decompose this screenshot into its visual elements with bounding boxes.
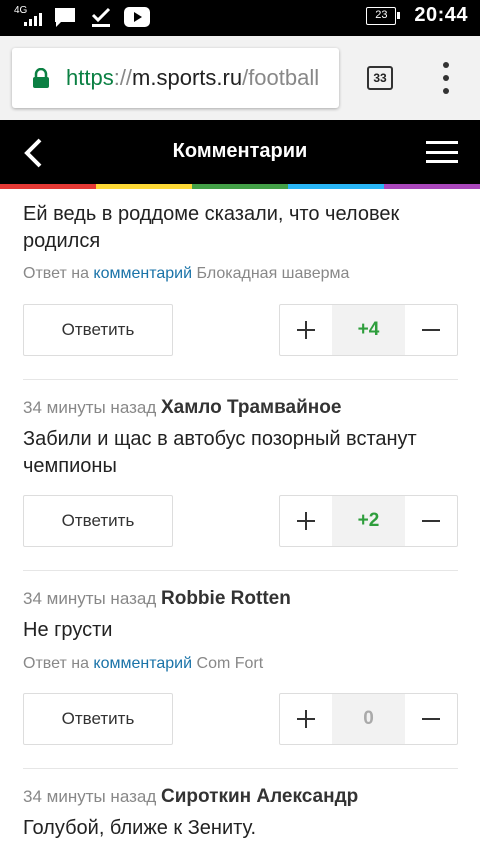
vote-control: 0 <box>279 693 458 745</box>
reply-button[interactable]: Ответить <box>23 304 173 356</box>
downvote-minus-icon[interactable] <box>405 305 457 355</box>
comment-time: 34 минуты назад <box>23 589 157 608</box>
comment-text: Ей ведь в роддоме сказали, что человек р… <box>23 203 400 252</box>
address-bar[interactable]: https://m.sports.ru/football <box>12 48 339 108</box>
status-bar: 4G 23 20:44 <box>0 0 480 36</box>
downvote-minus-icon[interactable] <box>405 496 457 546</box>
comment-time: 34 минуты назад <box>23 787 157 806</box>
downvote-minus-icon[interactable] <box>405 694 457 744</box>
divider <box>23 570 458 571</box>
clock: 20:44 <box>414 4 468 26</box>
comment-author[interactable]: Хамло Трамвайное <box>161 397 341 418</box>
comment: Ей ведь в роддоме сказали, что человек р… <box>23 201 458 255</box>
comment-text: Не грусти <box>23 619 113 641</box>
reply-button[interactable]: Ответить <box>23 693 173 745</box>
divider <box>23 768 458 769</box>
vote-control: +2 <box>279 495 458 547</box>
comment-text: Голубой, ближе к Зениту. <box>23 817 257 839</box>
lock-icon <box>32 68 58 88</box>
message-icon <box>52 6 78 28</box>
comment-author[interactable]: Сироткин Александр <box>161 786 358 807</box>
download-done-icon <box>88 6 114 28</box>
comment: Не грусти <box>23 617 458 644</box>
reply-to-author: Com Fort <box>196 655 264 672</box>
vote-control: +4 <box>279 304 458 356</box>
upvote-plus-icon[interactable] <box>280 496 332 546</box>
browser-menu-icon[interactable] <box>436 62 456 94</box>
reply-button[interactable]: Ответить <box>23 495 173 547</box>
reply-to-link[interactable]: комментарий <box>93 265 192 282</box>
reply-to-author: Блокадная шаверма <box>196 265 350 282</box>
comment-meta: 34 минуты назад Сироткин Александр <box>23 786 458 808</box>
comment-time: 34 минуты назад <box>23 398 157 417</box>
browser-toolbar: https://m.sports.ru/football 33 <box>0 36 480 120</box>
comment-author[interactable]: Robbie Rotten <box>161 588 291 609</box>
battery-icon: 23 <box>366 6 401 25</box>
comment-meta: 34 минуты назад Хамло Трамвайное <box>23 397 458 419</box>
signal-icon: 4G <box>14 5 42 29</box>
reply-to-link[interactable]: комментарий <box>93 655 192 672</box>
vote-score: 0 <box>332 694 405 744</box>
youtube-icon <box>124 6 150 28</box>
comment-meta: 34 минуты назад Robbie Rotten <box>23 588 458 610</box>
site-header: Комментарии <box>0 120 480 184</box>
vote-score: +4 <box>332 305 405 355</box>
upvote-plus-icon[interactable] <box>280 305 332 355</box>
upvote-plus-icon[interactable] <box>280 694 332 744</box>
comment: Голубой, ближе к Зениту. <box>23 815 458 842</box>
divider <box>23 379 458 380</box>
hamburger-menu-icon[interactable] <box>426 141 458 163</box>
comments-list: Ей ведь в роддоме сказали, что человек р… <box>0 189 480 854</box>
url-text: https://m.sports.ru/football <box>66 65 320 90</box>
vote-score: +2 <box>332 496 405 546</box>
page-title: Комментарии <box>172 140 308 162</box>
comment-text: Забили и щас в автобус позорный встанут … <box>23 428 417 477</box>
comment: Забили и щас в автобус позорный встанут … <box>23 426 458 480</box>
reply-to-line: Ответ на комментарий Блокадная шаверма <box>23 265 350 282</box>
tab-switcher-button[interactable]: 33 <box>367 66 393 90</box>
reply-to-line: Ответ на комментарий Com Fort <box>23 655 264 672</box>
